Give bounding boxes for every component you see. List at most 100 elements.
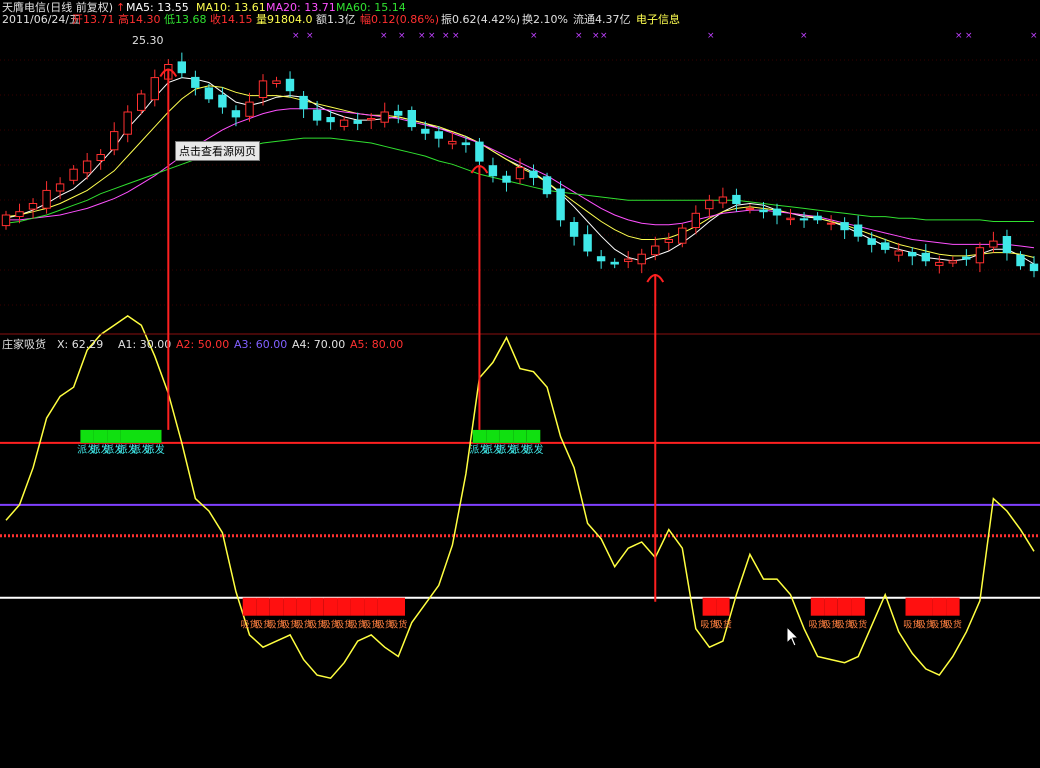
candle-body	[407, 110, 417, 128]
candle-body	[705, 199, 714, 210]
header-line-2: 2011/06/24/五 开13.71 高14.30 低13.68 收14.15…	[2, 12, 680, 26]
candle-body	[339, 119, 349, 127]
event-mark-icon: ×	[398, 31, 406, 41]
buy-signal-block	[310, 597, 324, 616]
event-mark-icon: ×	[428, 31, 436, 41]
candle-body	[786, 217, 795, 221]
indicator-a2-value: A2: 50.00	[176, 338, 229, 351]
buy-signal-block	[919, 597, 933, 616]
event-mark-icon: ×	[592, 31, 600, 41]
candle-body	[826, 222, 836, 225]
candle-body	[718, 196, 728, 204]
candle-body	[380, 111, 389, 123]
mouse-cursor-icon	[786, 626, 800, 647]
sell-signal-block	[486, 429, 500, 443]
turnover-value: 换2.10%	[522, 12, 568, 26]
volume-value: 量91804.0	[256, 13, 313, 26]
indicator-a4-value: A4: 70.00	[292, 338, 345, 351]
buy-signal-label: 吸货	[714, 619, 732, 631]
candle-body	[664, 239, 673, 243]
float-value: 流通4.37亿	[573, 12, 631, 26]
buy-signal-block	[716, 597, 730, 616]
candle-body	[394, 110, 403, 116]
buy-signal-block	[702, 597, 717, 616]
event-mark-icon: ×	[1030, 31, 1038, 41]
candle-body	[921, 252, 930, 262]
candle-body	[312, 109, 322, 121]
candle-body	[502, 175, 511, 183]
sell-signal-block	[148, 429, 162, 443]
view-source-tooltip[interactable]: 点击查看源网页	[175, 141, 260, 161]
event-mark-icon: ×	[530, 31, 538, 41]
candle-body	[772, 208, 782, 216]
candle-body	[488, 165, 498, 177]
event-mark-icon: ×	[452, 31, 460, 41]
buy-signal-block	[256, 597, 270, 616]
candle-body	[285, 78, 295, 92]
buy-signal-block	[337, 597, 351, 616]
candle-body	[110, 131, 119, 151]
candle-body	[691, 212, 700, 229]
indicator-a3-value: A3: 60.00	[234, 338, 287, 351]
candle-body	[96, 154, 105, 161]
indicator-pane: 派发派发派发派发派发派发吸货吸货吸货吸货吸货吸货吸货吸货吸货吸货吸货吸货派发派发…	[0, 314, 1040, 680]
candle-body	[799, 218, 809, 221]
candle-body	[610, 261, 619, 265]
sector-label[interactable]: 电子信息	[636, 12, 680, 26]
candle-body	[840, 222, 849, 231]
amount-value: 额1.3亿	[316, 13, 356, 26]
indicator-a1-value: A1: 30.00	[118, 338, 171, 351]
candle-body	[651, 245, 660, 256]
candle-body	[894, 250, 903, 256]
event-mark-icon: ×	[380, 31, 388, 41]
event-mark-icon: ×	[965, 31, 973, 41]
candle-body	[82, 160, 92, 174]
buy-signal-block	[364, 597, 378, 616]
sell-signal-label: 派发	[145, 443, 165, 456]
candle-body	[177, 61, 187, 74]
candle-body	[69, 168, 78, 181]
candle-body	[542, 176, 552, 195]
buy-signal-label: 吸货	[849, 619, 867, 631]
candle-body	[867, 238, 876, 245]
peak-price-label: 25.30	[132, 34, 164, 47]
buy-signal-block	[323, 597, 338, 616]
buy-signal-label: 吸货	[389, 619, 407, 631]
candle-body	[1016, 254, 1025, 267]
candle-body	[935, 261, 944, 266]
candle-body	[231, 110, 241, 118]
buy-signal-block	[269, 597, 284, 616]
candle-body	[569, 222, 579, 237]
candle-body	[881, 242, 890, 250]
close-value: 收14.15	[210, 12, 253, 26]
indicator-header: 庄家吸货 X: 62.29 A1: 30.00 A2: 50.00 A3: 60…	[2, 337, 403, 351]
candle-body	[596, 256, 606, 262]
sell-signal-block	[513, 429, 527, 443]
sell-signal-block	[134, 429, 148, 443]
candle-body	[55, 183, 65, 192]
candle-body	[299, 95, 308, 110]
buy-signal-block	[905, 597, 919, 616]
candle-body	[515, 167, 525, 180]
header-line-1: 天膺电信(日线 前复权) ↑ MA5: 13.55 MA10: 13.61 MA…	[2, 0, 406, 14]
candle-body	[245, 101, 254, 117]
candle-body	[678, 227, 687, 244]
candle-body	[123, 111, 132, 135]
candle-body	[1, 214, 11, 227]
change-value: 幅0.12(0.86%)	[360, 13, 439, 26]
candle-body	[204, 87, 214, 100]
stock-chart: 派发派发派发派发派发派发吸货吸货吸货吸货吸货吸货吸货吸货吸货吸货吸货吸货派发派发…	[0, 0, 1040, 680]
candle-body	[258, 80, 268, 99]
buy-signal-label: 吸货	[944, 619, 962, 631]
sell-signal-block	[499, 429, 514, 443]
candle-body	[434, 131, 444, 139]
candle-body	[556, 188, 565, 221]
candle-body	[1002, 236, 1012, 254]
buy-signal-block	[946, 597, 960, 616]
event-mark-icon: ×	[955, 31, 963, 41]
sell-signal-block	[472, 429, 487, 443]
candle-body	[853, 224, 863, 237]
candle-body	[583, 234, 592, 252]
sell-signal-block	[121, 429, 135, 443]
candle-body	[475, 141, 484, 162]
